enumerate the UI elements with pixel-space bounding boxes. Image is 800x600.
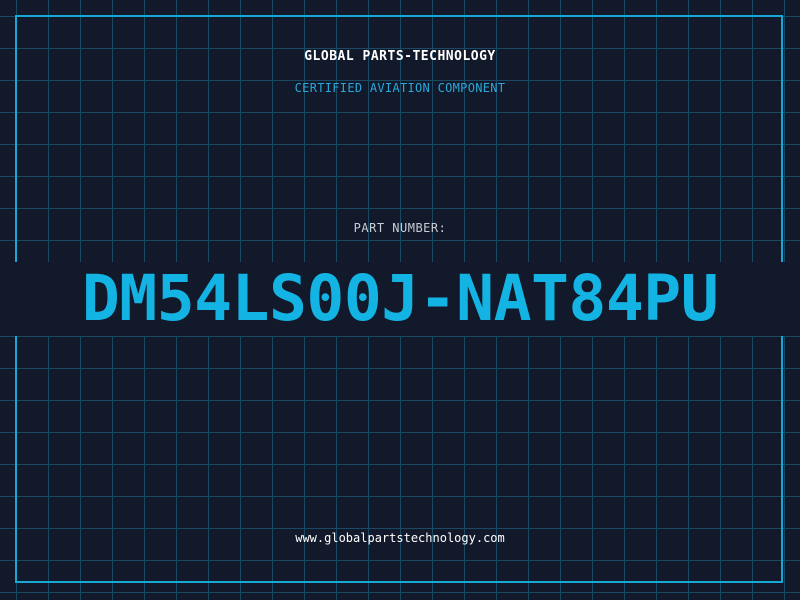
website-url: www.globalpartstechnology.com — [295, 531, 505, 545]
label-card: GLOBAL PARTS-TECHNOLOGY CERTIFIED AVIATI… — [0, 0, 800, 600]
certification-subtitle: CERTIFIED AVIATION COMPONENT — [294, 81, 506, 95]
company-name: GLOBAL PARTS-TECHNOLOGY — [304, 49, 496, 64]
part-number-value: DM54LS00J-NAT84PU — [81, 262, 719, 335]
part-number-label: PART NUMBER: — [353, 221, 447, 235]
